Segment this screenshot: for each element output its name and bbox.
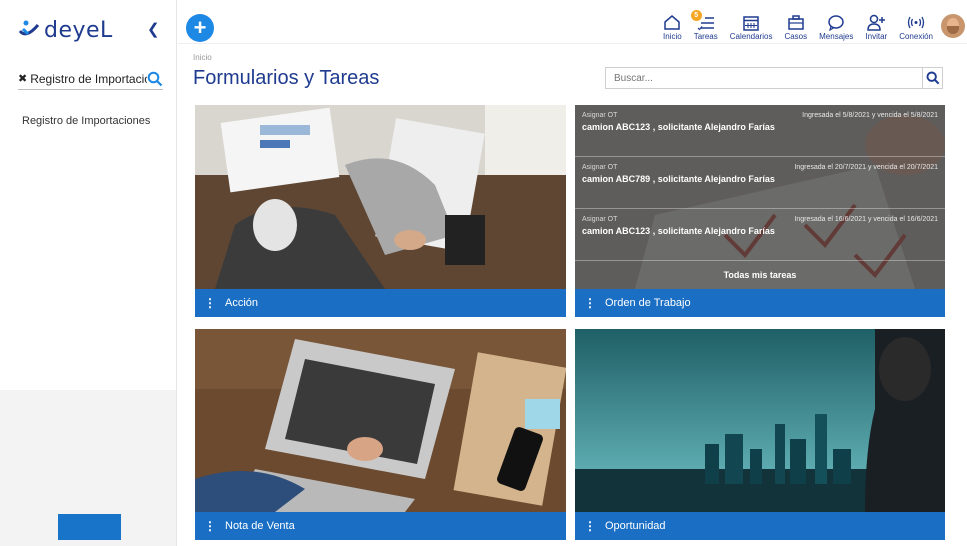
task-item[interactable]: Asignar OT Ingresada el 20/7/2021 y venc… [575,157,945,209]
nav-label: Calendarios [729,32,773,41]
chevron-left-icon[interactable]: ❮ [147,20,160,38]
avatar-beard [947,26,959,34]
office-photo [195,105,566,289]
tasks-panel: Asignar OT Ingresada el 5/8/2021 y venci… [575,105,945,289]
search-box [605,67,943,89]
search-icon [926,71,939,85]
sidebar: deyeL ❮ ✖ Registro de Importaciones Regi… [0,0,177,546]
topbar: + Inicio 5 Tareas Calendarios Casos Mens… [178,0,967,44]
briefcase-icon [788,15,804,30]
card-nota-venta[interactable]: ⋮ Nota de Venta [195,329,566,540]
card-bar: ⋮ Acción [195,289,566,317]
sidebar-item-registro-importaciones[interactable]: Registro de Importaciones [22,115,150,127]
breadcrumb[interactable]: Inicio [193,53,212,62]
nav-casos[interactable]: Casos [784,14,807,41]
card-label: Oportunidad [605,520,666,532]
task-date: Ingresada el 5/8/2021 y vencida el 5/8/2… [802,112,938,119]
sidebar-search-text: Registro de Importaciones [30,71,147,86]
page-title: Formularios y Tareas [193,67,380,89]
nav-label: Invitar [865,32,888,41]
card-label: Orden de Trabajo [605,297,691,309]
task-title: camion ABC123 , solicitante Alejandro Fa… [582,226,775,236]
task-title: camion ABC789 , solicitante Alejandro Fa… [582,174,775,184]
nav-label: Mensajes [819,32,854,41]
task-title: camion ABC123 , solicitante Alejandro Fa… [582,122,775,132]
card-label: Nota de Venta [225,520,295,532]
chat-icon [828,15,845,31]
card-bar: ⋮ Orden de Trabajo [575,289,945,317]
calendar-icon [743,16,759,31]
kebab-menu-icon[interactable]: ⋮ [199,519,221,533]
task-date: Ingresada el 16/6/2021 y vencida el 16/6… [794,216,938,223]
signal-icon [907,16,925,29]
task-date: Ingresada el 20/7/2021 y vencida el 20/7… [794,164,938,171]
kebab-menu-icon[interactable]: ⋮ [579,296,601,310]
task-item[interactable]: Asignar OT Ingresada el 16/6/2021 y venc… [575,209,945,261]
kebab-menu-icon[interactable]: ⋮ [199,296,221,310]
nav-invitar[interactable]: Invitar [865,14,887,41]
logo[interactable]: deyeL [18,17,113,43]
avatar[interactable] [941,14,965,38]
laptop-photo [195,329,566,512]
kebab-menu-icon[interactable]: ⋮ [579,519,601,533]
top-nav: Inicio 5 Tareas Calendarios Casos Mensaj… [651,10,967,41]
task-item[interactable]: Asignar OT Ingresada el 5/8/2021 y venci… [575,105,945,157]
nav-label: Conexión [899,32,933,41]
search-input[interactable] [606,68,922,88]
card-bar: ⋮ Nota de Venta [195,512,566,540]
nav-inicio[interactable]: Inicio [663,14,682,41]
nav-mensajes[interactable]: Mensajes [819,14,853,41]
card-oportunidad[interactable]: ⋮ Oportunidad [575,329,945,540]
nav-calendarios[interactable]: Calendarios [729,14,773,41]
add-user-icon [867,14,886,31]
card-bar: ⋮ Oportunidad [575,512,945,540]
all-tasks-link[interactable]: Todas mis tareas [575,261,945,289]
close-icon[interactable]: ✖ [18,72,27,85]
city-photo [575,329,945,512]
sidebar-search-chip: ✖ Registro de Importaciones [18,68,163,90]
logo-text: deyeL [44,17,113,43]
card-accion[interactable]: ⋮ Acción [195,105,566,317]
search-button[interactable] [922,68,942,88]
sidebar-action-button[interactable] [58,514,121,540]
search-icon[interactable] [147,71,163,87]
deyel-logo-icon [18,20,40,36]
card-label: Acción [225,297,259,309]
nav-conexion[interactable]: Conexión [899,14,933,41]
nav-tareas[interactable]: 5 Tareas [690,10,718,41]
home-icon [664,15,681,30]
card-orden-trabajo[interactable]: Asignar OT Ingresada el 5/8/2021 y venci… [575,105,945,317]
add-button[interactable]: + [186,14,214,42]
nav-label: Tareas [693,32,718,41]
nav-label: Inicio [663,32,682,41]
tasks-badge: 5 [690,10,702,21]
nav-label: Casos [784,32,808,41]
